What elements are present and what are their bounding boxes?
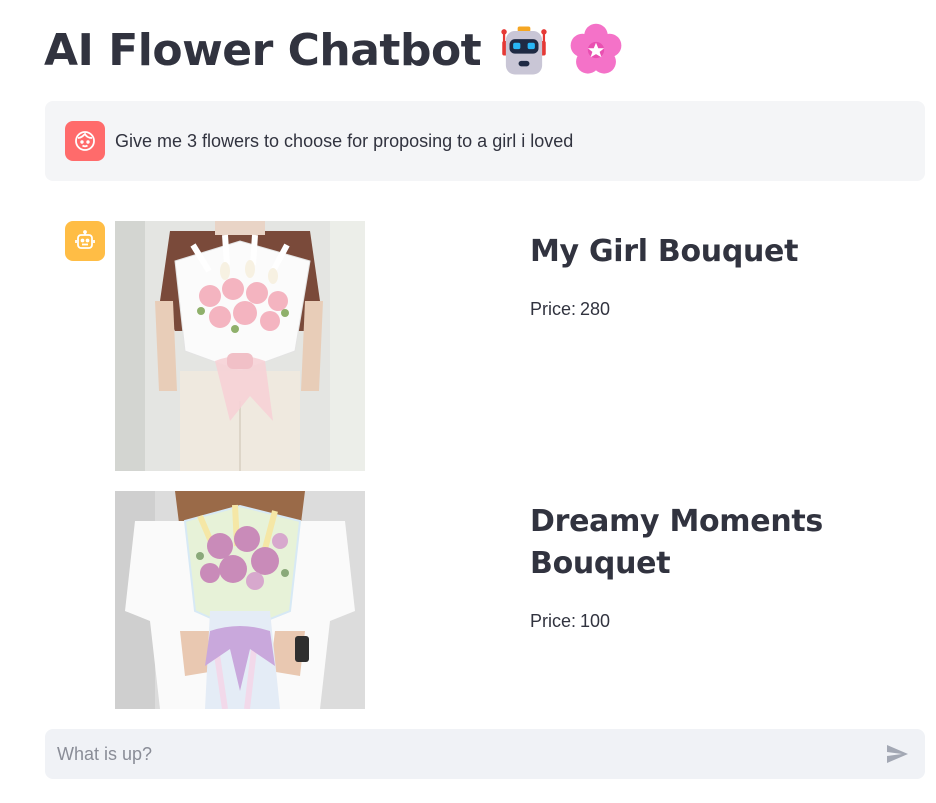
chat-input-bar xyxy=(45,729,925,779)
send-button[interactable] xyxy=(881,738,913,770)
page-title: AI Flower Chatbot xyxy=(44,18,625,82)
price-value: 100 xyxy=(580,611,611,631)
price-label: Price: xyxy=(530,299,577,319)
product-price: Price: 100 xyxy=(530,611,610,632)
chat-page: AI Flower Chatbot Give me 3 flowers to c… xyxy=(0,0,936,803)
send-icon xyxy=(887,745,908,763)
product-image-dreamy-moments-bouquet xyxy=(115,491,365,709)
cherry-blossom-icon xyxy=(567,21,625,79)
chat-input[interactable] xyxy=(55,733,881,775)
page-title-text: AI Flower Chatbot xyxy=(44,24,482,76)
product-price: Price: 280 xyxy=(530,299,610,320)
robot-icon xyxy=(495,21,553,79)
bot-icon xyxy=(65,221,105,261)
user-message: Give me 3 flowers to choose for proposin… xyxy=(45,101,925,181)
product-image-my-girl-bouquet xyxy=(115,221,365,471)
user-message-text: Give me 3 flowers to choose for proposin… xyxy=(115,130,574,151)
price-value: 280 xyxy=(580,299,611,319)
product-name: My Girl Bouquet xyxy=(530,234,799,269)
user-face-icon xyxy=(65,121,105,161)
assistant-avatar xyxy=(65,221,105,261)
product-name: Dreamy Moments Bouquet xyxy=(530,504,823,581)
price-label: Price: xyxy=(530,611,577,631)
